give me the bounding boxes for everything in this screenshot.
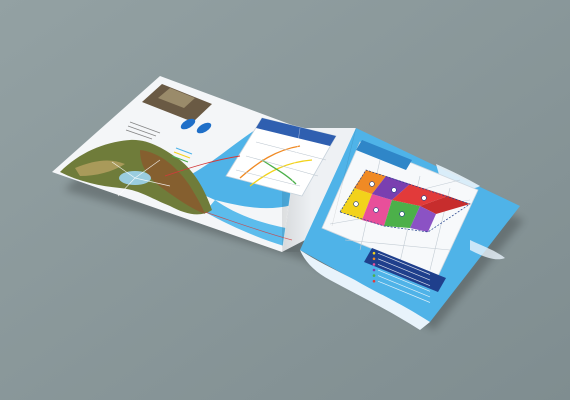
legend-swatch [372,263,376,266]
legend-swatch [372,257,376,261]
brochure-mockup-scene [0,0,570,400]
legend-swatch [372,268,376,272]
legend-swatch [372,279,376,283]
legend-swatch [372,274,376,277]
legend-swatch [372,251,376,255]
